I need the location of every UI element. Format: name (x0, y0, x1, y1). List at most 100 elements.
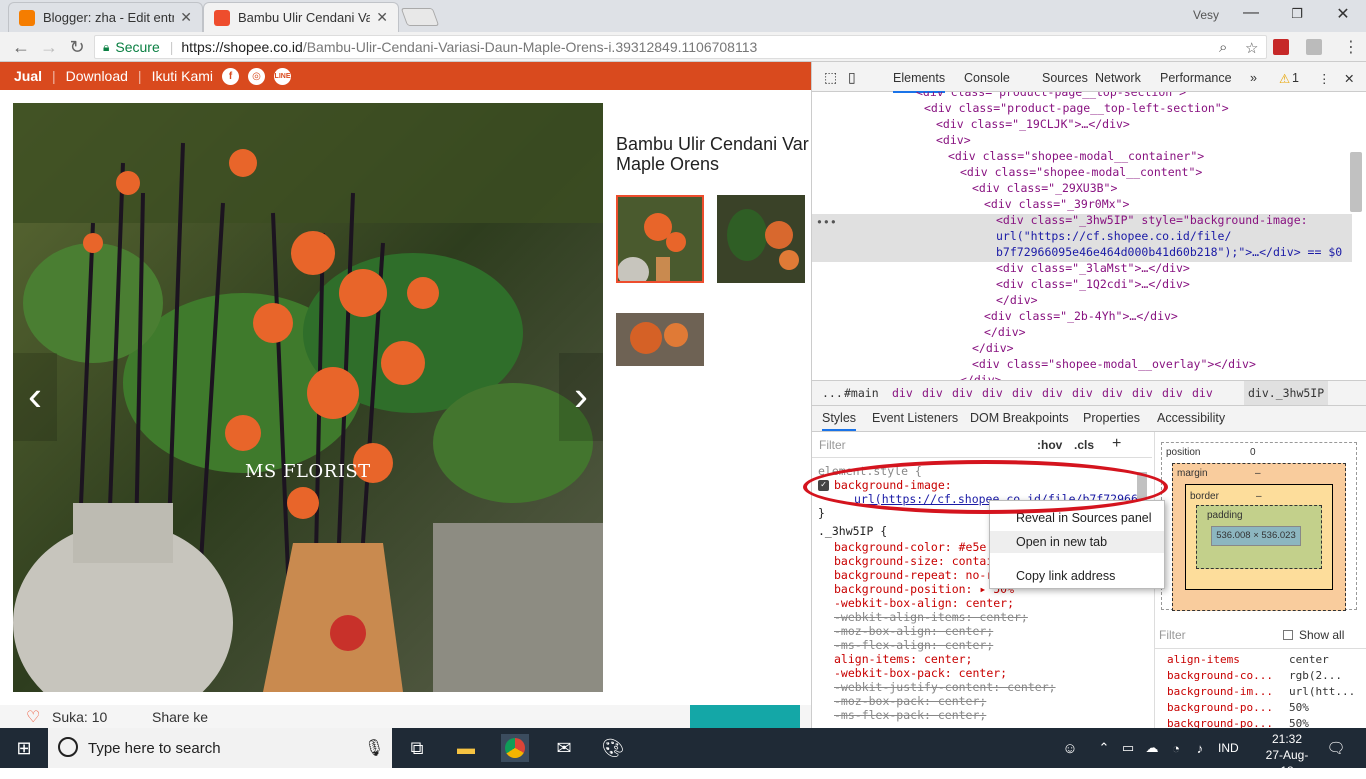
thumbnail-2[interactable] (717, 195, 805, 283)
address-bar[interactable]: 🔒︎ Secure | https://shopee.co.id/Bambu-U… (94, 35, 1267, 59)
chat-button[interactable] (690, 705, 800, 728)
extension-icon[interactable] (1273, 39, 1289, 55)
style-property[interactable]: align-items: center; (834, 652, 972, 666)
dom-node[interactable]: </div> (960, 372, 1002, 380)
style-property-overridden[interactable]: -moz-box-pack: center; (834, 694, 986, 708)
menu-open-in-new-tab[interactable]: Open in new tab (1016, 535, 1107, 549)
heart-icon[interactable]: ♡ (26, 707, 40, 727)
zoom-icon[interactable]: ⌕ (1219, 39, 1227, 56)
breadcrumb-item[interactable]: div (892, 386, 913, 400)
inspect-icon[interactable]: ⬚ (824, 69, 837, 86)
dom-node[interactable]: <div class="product-page__top-section"> (916, 92, 1186, 100)
back-icon[interactable]: ← (10, 37, 32, 57)
chrome-icon[interactable] (501, 734, 529, 762)
taskbar-search-box[interactable]: Type here to search 🎙︎ (48, 728, 392, 768)
windows-start-icon[interactable]: ⊞ (10, 734, 38, 762)
devtools-menu-icon[interactable]: ⋮ (1318, 71, 1331, 86)
breadcrumb-item[interactable]: div (1072, 386, 1093, 400)
line-icon[interactable]: LINE (274, 67, 292, 85)
breadcrumb-item[interactable]: div (952, 386, 973, 400)
tab-network[interactable]: Network (1095, 71, 1141, 85)
style-property-overridden[interactable]: -webkit-justify-content: center; (834, 680, 1056, 694)
menu-icon[interactable]: ⋮ (1343, 37, 1359, 57)
computed-prop[interactable]: background-im... (1167, 685, 1273, 698)
file-explorer-icon[interactable]: ▬ (452, 734, 480, 762)
close-tab-icon[interactable]: ✕ (180, 9, 192, 26)
breadcrumb-item[interactable]: div (1192, 386, 1213, 400)
computed-filter-input[interactable]: Filter (1159, 628, 1186, 642)
tab-console[interactable]: Console (964, 71, 1010, 85)
style-property-overridden[interactable]: -webkit-align-items: center; (834, 610, 1028, 624)
device-toolbar-icon[interactable]: ▯ (848, 69, 856, 86)
dom-node-selected-end[interactable]: b7f72966095e46e464d000b41d60b218");">…</… (996, 244, 1342, 260)
facebook-icon[interactable]: f (222, 67, 240, 85)
instagram-icon[interactable]: ◎ (248, 67, 266, 85)
dom-node[interactable]: <div class="shopee-modal__content"> (960, 164, 1202, 180)
cls-toggle[interactable]: .cls (1074, 438, 1094, 452)
dom-node[interactable]: </div> (996, 292, 1038, 308)
profile-name[interactable]: Vesy (1193, 8, 1219, 22)
breadcrumb-item[interactable]: div (982, 386, 1003, 400)
dom-node[interactable]: <div class="_3laMst">…</div> (996, 260, 1190, 276)
menu-copy-link-address[interactable]: Copy link address (1016, 569, 1115, 583)
more-tabs-icon[interactable]: » (1250, 71, 1257, 85)
thumbnail-3[interactable] (616, 313, 704, 366)
dom-node[interactable]: </div> (972, 340, 1014, 356)
style-property[interactable]: -webkit-box-align: center; (834, 596, 1014, 610)
tab-shopee[interactable]: Bambu Ulir Cendani Varia ✕ (203, 2, 399, 32)
subtab-accessibility[interactable]: Accessibility (1157, 411, 1225, 425)
style-property[interactable]: -webkit-box-pack: center; (834, 666, 1007, 680)
warning-icon[interactable]: ⚠ (1279, 71, 1290, 86)
breadcrumb-item[interactable]: ... (822, 386, 843, 400)
reload-icon[interactable]: ↻ (66, 37, 88, 57)
dom-node-selected-url[interactable]: url("https://cf.shopee.co.id/file/ (996, 228, 1231, 244)
computed-prop[interactable]: background-co... (1167, 669, 1273, 682)
paint-icon[interactable]: 🎨︎ (599, 734, 627, 762)
add-rule-icon[interactable]: + (1112, 435, 1121, 453)
dom-node[interactable]: <div class="product-page__top-left-secti… (924, 100, 1229, 116)
style-property-overridden[interactable]: -ms-flex-align: center; (834, 638, 993, 652)
tab-performance[interactable]: Performance (1160, 71, 1232, 85)
style-property[interactable]: background-position: ▸ 50% (834, 582, 1014, 596)
computed-prop[interactable]: align-items (1167, 653, 1240, 666)
next-image-button[interactable]: › (559, 353, 603, 441)
breadcrumb-item[interactable]: div (1042, 386, 1063, 400)
breadcrumb-item[interactable]: div (1012, 386, 1033, 400)
dom-node-selected[interactable]: <div class="_3hw5IP" style="background-i… (996, 212, 1308, 228)
forward-icon[interactable]: → (38, 37, 60, 57)
style-property-overridden[interactable]: -moz-box-align: center; (834, 624, 993, 638)
dom-node[interactable]: <div class="shopee-modal__overlay"></div… (972, 356, 1256, 372)
dom-node[interactable]: <div class="shopee-modal__container"> (948, 148, 1204, 164)
thumbnail-1[interactable] (616, 195, 704, 283)
bookmark-star-icon[interactable]: ☆ (1245, 39, 1258, 57)
styles-filter-input[interactable]: Filter (819, 438, 846, 452)
subtab-properties[interactable]: Properties (1083, 411, 1140, 425)
minimize-icon[interactable]: — (1236, 4, 1266, 22)
breadcrumb-item[interactable]: div (1132, 386, 1153, 400)
nav-download[interactable]: Download (66, 68, 128, 84)
tab-sources[interactable]: Sources (1042, 71, 1088, 85)
style-property[interactable]: background-repeat: no-r (834, 568, 993, 582)
subtab-styles[interactable]: Styles (822, 411, 857, 431)
volume-icon[interactable]: ♪ (1186, 734, 1214, 762)
breadcrumb-item[interactable]: div (922, 386, 943, 400)
extension-icon[interactable] (1306, 39, 1322, 55)
style-property[interactable]: background-size: contain (834, 554, 1000, 568)
task-view-icon[interactable]: ⧉ (403, 734, 431, 762)
subtab-dom-breakpoints[interactable]: DOM Breakpoints (970, 411, 1069, 425)
nav-jual[interactable]: Jual (14, 68, 42, 84)
dom-node[interactable]: </div> (984, 324, 1026, 340)
dom-node[interactable]: <div class="_29XU3B"> (972, 180, 1117, 196)
computed-prop[interactable]: background-po... (1167, 701, 1273, 714)
close-icon[interactable]: ✕ (1328, 4, 1358, 24)
people-icon[interactable]: ☺ (1056, 734, 1084, 762)
notification-icon[interactable]: 🗨︎ (1322, 734, 1350, 762)
dom-node[interactable]: <div class="_1Q2cdi">…</div> (996, 276, 1190, 292)
microphone-icon[interactable]: 🎙︎ (364, 738, 384, 758)
elements-scrollbar[interactable] (1350, 152, 1362, 212)
dom-node[interactable]: <div class="_19CLJK">…</div> (936, 116, 1130, 132)
breadcrumb-item[interactable]: #main (844, 386, 879, 400)
dom-node[interactable]: <div> (936, 132, 971, 148)
subtab-event-listeners[interactable]: Event Listeners (872, 411, 958, 425)
show-all-checkbox[interactable] (1283, 630, 1293, 640)
